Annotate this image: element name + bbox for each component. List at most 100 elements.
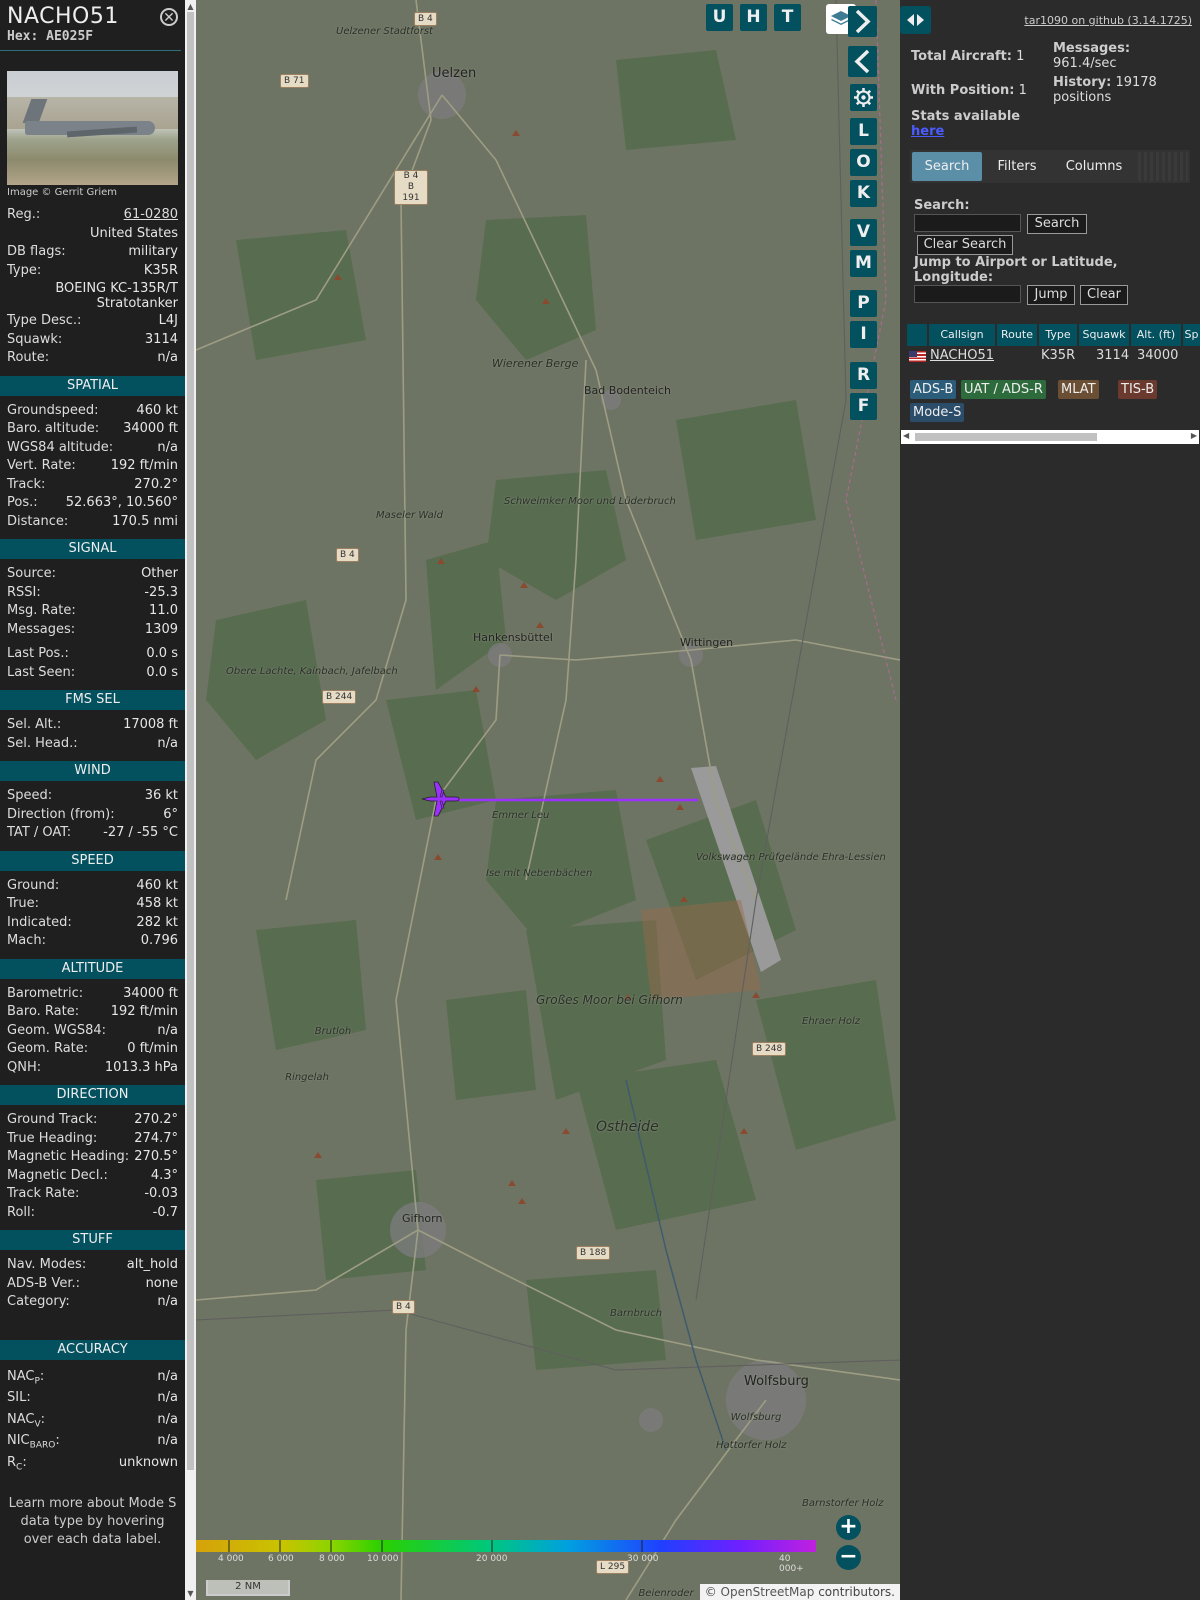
osm-link[interactable]: OpenStreetMap	[721, 1585, 815, 1599]
jump-input[interactable]	[914, 285, 1021, 303]
scroll-up-icon[interactable]: ▲	[185, 2, 196, 11]
toggle-l-button[interactable]: L	[850, 118, 877, 145]
version-link[interactable]: tar1090 on github (3.14.1725)	[1024, 14, 1192, 27]
toggle-m-button[interactable]: M	[850, 250, 877, 277]
road-shield-label: B 4	[403, 171, 419, 181]
table-cell-squawk: 3114	[1096, 348, 1130, 363]
clear-button[interactable]: Clear	[1080, 285, 1128, 305]
town-label: Wittingen	[680, 636, 734, 649]
settings-button[interactable]	[850, 84, 877, 111]
info-label: Pos.:	[7, 495, 38, 510]
aircraft-photo[interactable]	[7, 71, 178, 185]
table-header[interactable]: Alt. (ft)	[1131, 324, 1181, 346]
jump-button[interactable]: Jump	[1027, 285, 1075, 305]
info-label: Track Rate:	[7, 1186, 80, 1201]
tab-placeholder	[1138, 152, 1188, 181]
table-header[interactable]: Squawk	[1079, 324, 1129, 346]
toggle-h-button[interactable]: H	[740, 4, 767, 31]
road-shield: B 4	[414, 12, 437, 26]
detail-row: Route: n/a	[0, 349, 185, 368]
toggle-o-button[interactable]: O	[850, 149, 877, 176]
info-label: Direction (from):	[7, 806, 115, 822]
info-value: 34000 ft	[123, 985, 178, 1001]
info-value: 270.5°	[134, 1149, 178, 1164]
stats-available: Stats available here	[911, 109, 1020, 139]
toggle-k-button[interactable]: K	[850, 180, 877, 207]
toggle-u-button[interactable]: U	[706, 4, 733, 31]
info-label: Last Seen:	[7, 664, 76, 680]
expand-sidebar-button[interactable]	[848, 6, 877, 37]
table-header[interactable]: Sp	[1183, 324, 1200, 346]
messages-rate: 961.4/sec	[1053, 56, 1117, 71]
area-label: Ehraer Holz	[802, 1016, 861, 1027]
aircraft-icon[interactable]	[420, 778, 462, 820]
tab-search[interactable]: Search	[912, 152, 982, 181]
registration-link[interactable]: 61-0280	[124, 206, 178, 225]
scrollbar-thumb[interactable]	[187, 12, 194, 1470]
toggle-f-button[interactable]: F	[850, 393, 877, 420]
scroll-down-icon[interactable]: ▼	[185, 1589, 196, 1598]
info-value: 192 ft/min	[110, 1004, 178, 1019]
info-row: TAT / OAT: -27 / -55 °C	[0, 824, 185, 843]
info-row: Distance: 170.5 nmi	[0, 513, 185, 532]
chevron-right-icon	[855, 9, 871, 34]
search-input[interactable]	[914, 214, 1021, 232]
collapse-sidebar-button[interactable]	[848, 46, 877, 77]
toggle-t-button[interactable]: T	[774, 4, 801, 31]
hscroll-thumb[interactable]	[915, 433, 1097, 441]
toggle-r-button[interactable]: R	[850, 362, 877, 389]
town-label: Uelzen	[432, 66, 477, 81]
info-row: Indicated: 282 kt	[0, 914, 185, 933]
road-shield: B 4	[336, 548, 359, 562]
table-header[interactable]: Callsign	[929, 324, 995, 346]
jump-label: Jump to Airport or Latitude, Longitude:	[914, 255, 1118, 285]
info-label: QNH:	[7, 1059, 42, 1075]
toggle-p-button[interactable]: P	[850, 290, 877, 317]
info-value: 0.0 s	[146, 664, 178, 680]
info-scrollbar[interactable]: ▲ ▼	[185, 0, 196, 1600]
info-value: Other	[141, 566, 178, 581]
zoom-in-button[interactable]: +	[836, 1515, 861, 1540]
info-row: Pos.: 52.663°, 10.560°	[0, 494, 185, 513]
detail-row: United States	[0, 225, 185, 244]
toggle-i-button[interactable]: I	[850, 321, 877, 348]
search-button[interactable]: Search	[1027, 214, 1087, 234]
tab-filters[interactable]: Filters	[984, 152, 1050, 181]
accuracy-row: NACV: n/a	[0, 1409, 185, 1431]
accuracy-label-text: NAC	[7, 1368, 35, 1384]
info-row: RSSI: -25.3	[0, 584, 185, 603]
info-label: Nav. Modes:	[7, 1257, 87, 1272]
hex-line: Hex: AE025F	[7, 29, 175, 44]
toggle-sidebar-button[interactable]	[900, 6, 931, 34]
info-value: 4.3°	[150, 1167, 178, 1183]
area-label: Obere Lachte, Kainbach, Jafelbach	[226, 666, 398, 677]
map-view[interactable]: Uelzen Bad Bodenteich Hankensbüttel Witt…	[196, 0, 900, 1600]
table-header[interactable]: Route	[997, 324, 1037, 346]
section-header: STUFF	[0, 1230, 185, 1250]
tab-columns[interactable]: Columns	[1052, 152, 1136, 181]
clear-search-button[interactable]: Clear Search	[917, 235, 1013, 255]
accuracy-label: RC:	[7, 1454, 27, 1473]
info-row: Ground: 460 kt	[0, 877, 185, 896]
road-shield: B 188	[576, 1246, 611, 1260]
detail-row: Type Desc.: L4J	[0, 312, 185, 331]
info-row: Speed: 36 kt	[0, 787, 185, 806]
area-label: Brutloh	[314, 1026, 352, 1037]
photo-credit: Image © Gerrit Griem	[7, 187, 118, 198]
scroll-right-icon[interactable]: ▶	[1191, 431, 1197, 440]
info-row: Roll: -0.7	[0, 1204, 185, 1223]
table-header-flag	[907, 324, 927, 346]
info-value: 460 kt	[136, 402, 178, 418]
table-hscrollbar[interactable]: ◀ ▶	[901, 430, 1199, 444]
accuracy-label: NACP:	[7, 1368, 45, 1387]
zoom-out-button[interactable]: −	[836, 1545, 861, 1570]
toggle-v-button[interactable]: V	[850, 219, 877, 246]
scroll-left-icon[interactable]: ◀	[903, 431, 909, 440]
info-label: Sel. Head.:	[7, 735, 78, 751]
close-icon[interactable]: ✕	[160, 8, 178, 26]
table-header[interactable]: Type	[1039, 324, 1077, 346]
info-header: NACHO51 Hex: AE025F	[0, 0, 181, 51]
info-row: Ground Track: 270.2°	[0, 1111, 185, 1130]
stats-link[interactable]: here	[911, 124, 944, 139]
table-cell-callsign[interactable]: NACHO51	[930, 346, 994, 366]
